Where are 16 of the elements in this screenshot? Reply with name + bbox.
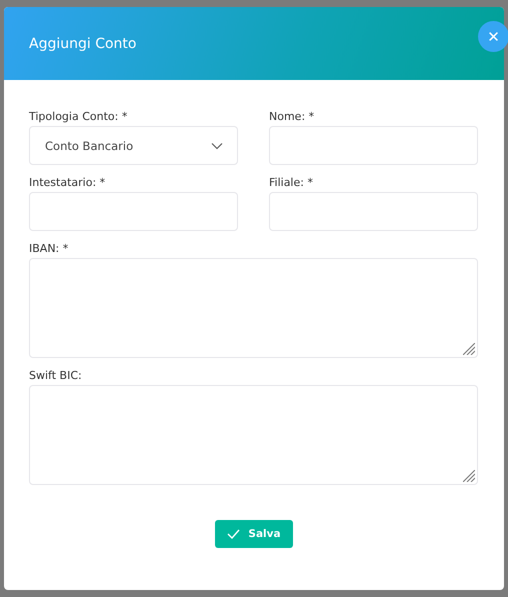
save-button[interactable]: Salva (215, 520, 293, 548)
field-label: Intestatario: * (29, 176, 106, 189)
checkmark-icon (227, 529, 240, 539)
field-label: Swift BIC: (29, 369, 83, 382)
dialog-title: Aggiungi Conto (29, 36, 136, 52)
select-field[interactable]: Conto Bancario (29, 126, 238, 165)
input-field[interactable] (269, 192, 478, 231)
resize-handle-icon[interactable] (463, 470, 475, 482)
field-label: Tipologia Conto: * (29, 110, 128, 123)
field-label: IBAN: * (29, 242, 70, 255)
chevron-down-icon (211, 142, 223, 150)
input-field[interactable] (269, 126, 478, 165)
resize-handle-icon[interactable] (463, 343, 475, 355)
input-field[interactable] (29, 192, 238, 231)
field-label: Nome: * (269, 110, 316, 123)
field-label: Filiale: * (269, 176, 314, 189)
